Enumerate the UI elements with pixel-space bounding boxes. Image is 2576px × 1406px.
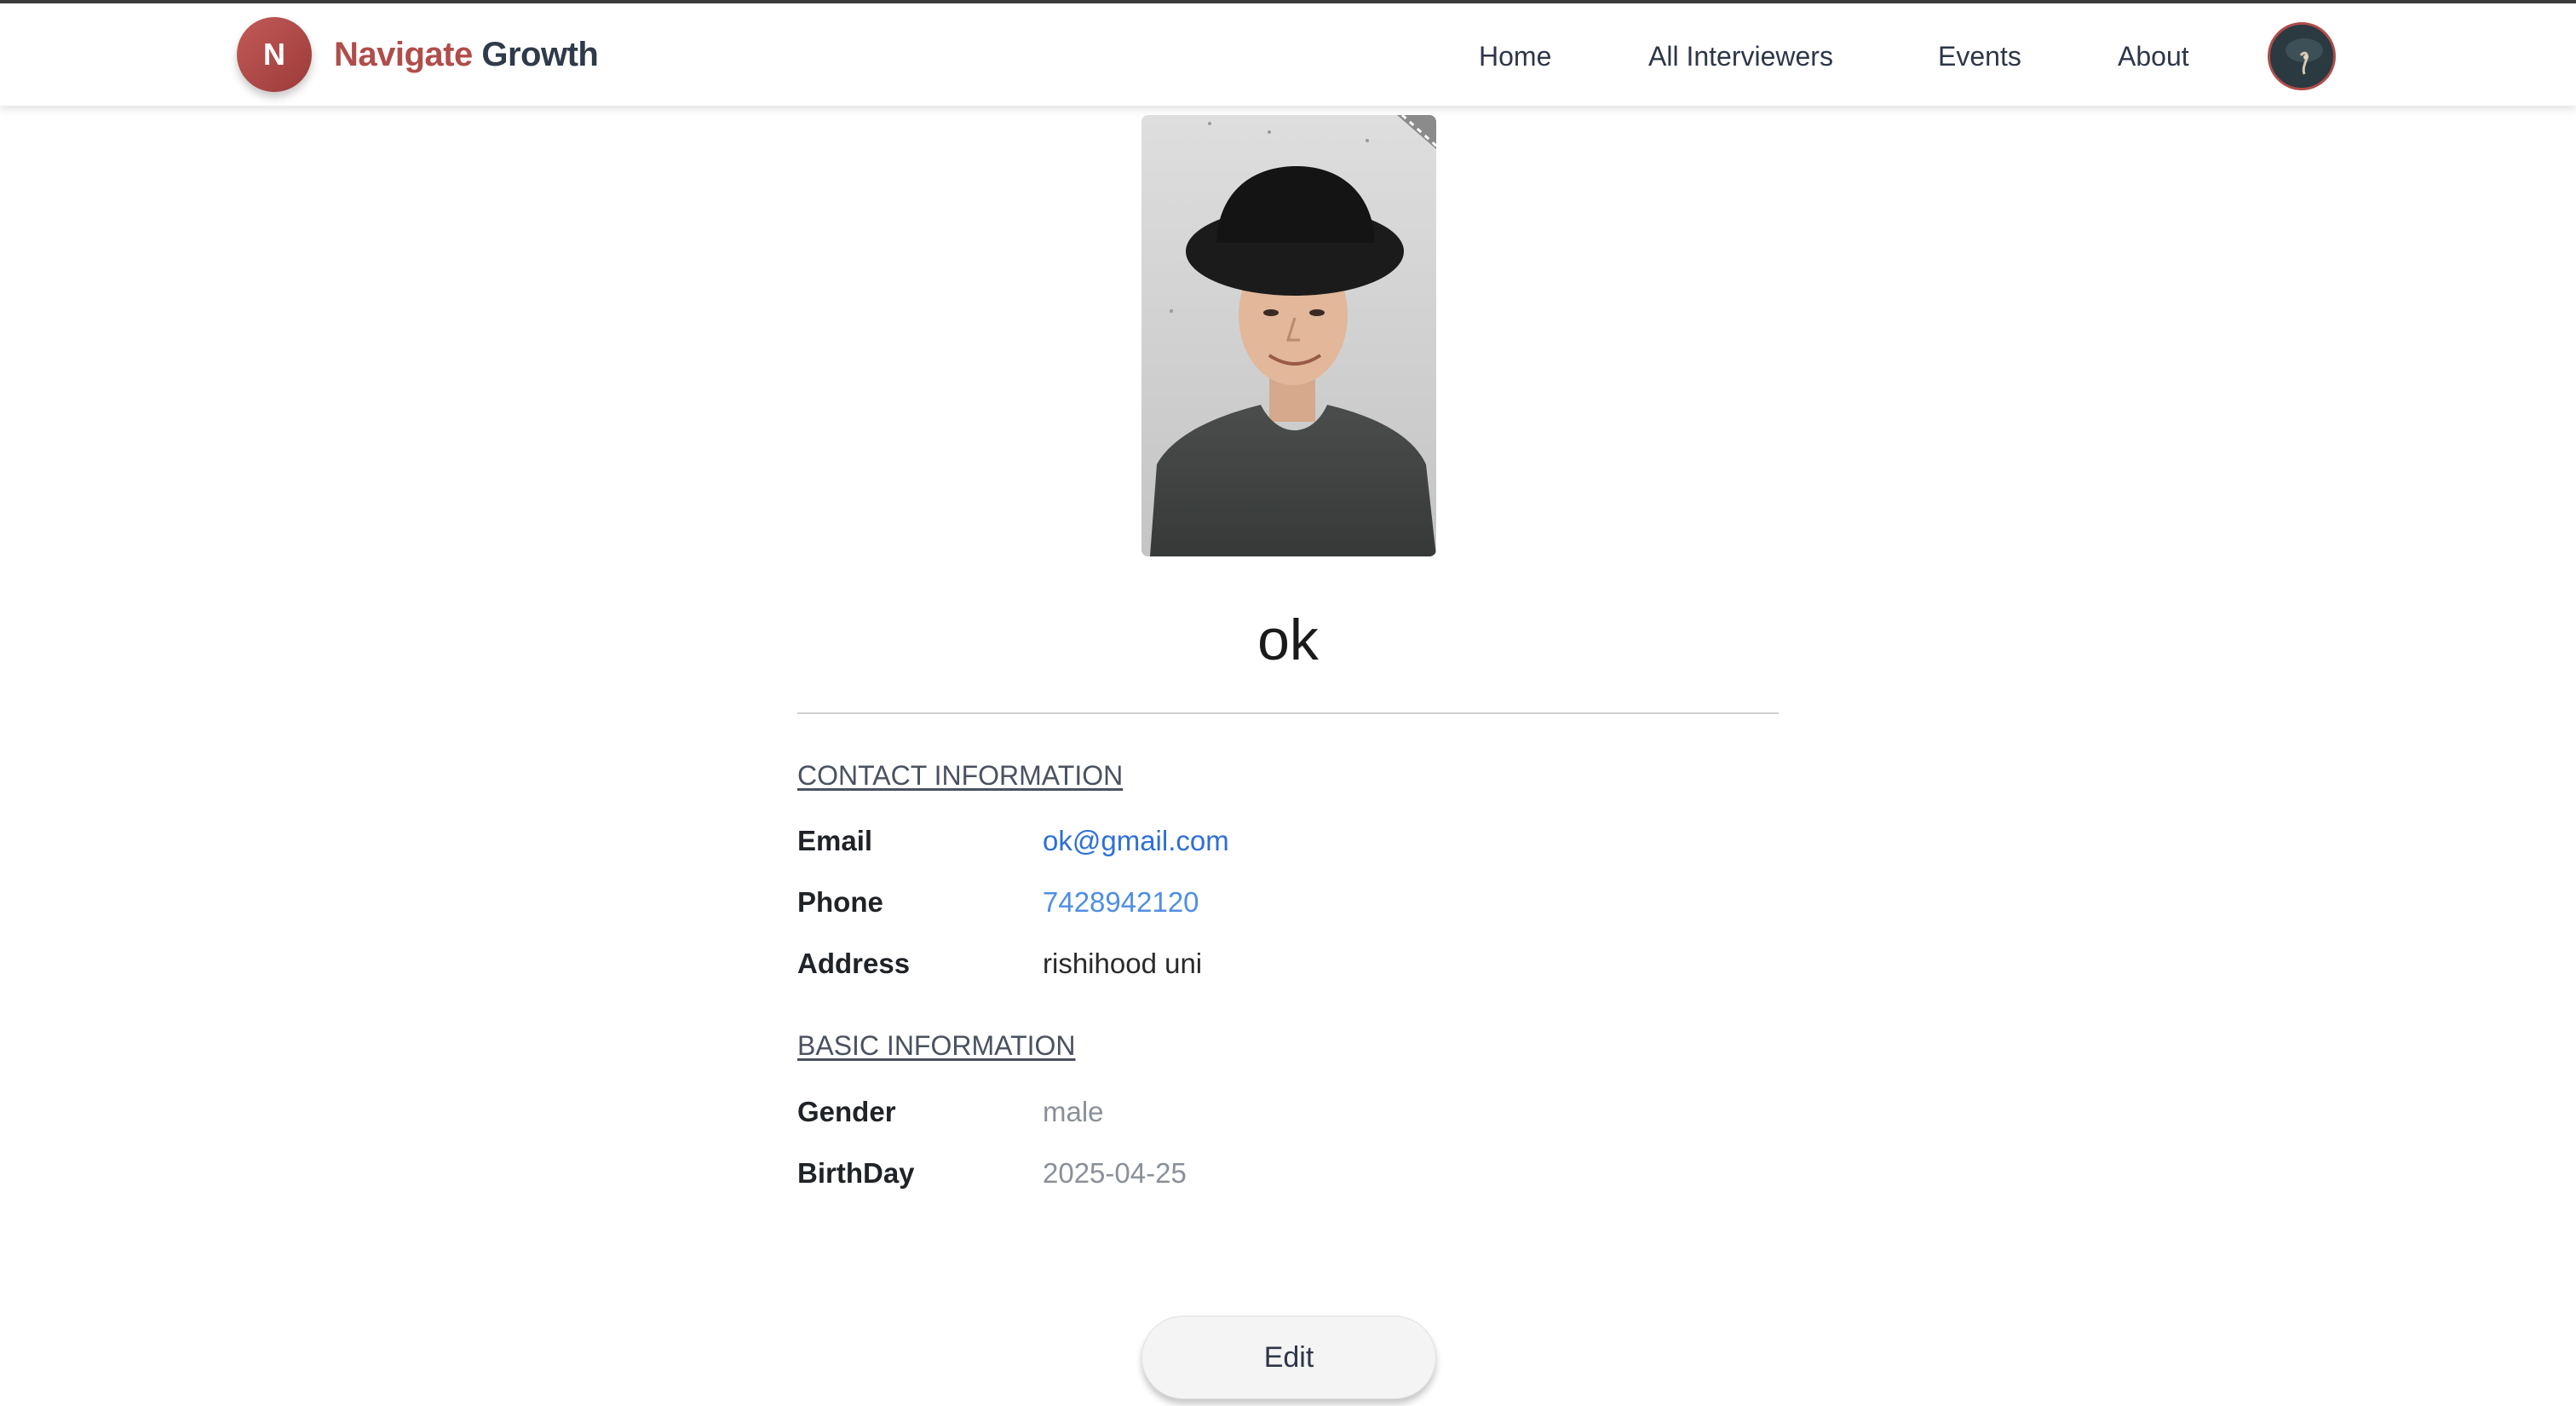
nav-home[interactable]: Home xyxy=(1479,41,1551,72)
brand-word-growth: Growth xyxy=(481,36,599,73)
profile-name: ok xyxy=(1257,608,1319,672)
birthday-value: 2025-04-25 xyxy=(1043,1157,1187,1189)
edit-button[interactable]: Edit xyxy=(1141,1316,1436,1399)
gender-value: male xyxy=(1043,1096,1104,1127)
phone-label: Phone xyxy=(797,886,883,918)
gender-label: Gender xyxy=(797,1096,896,1127)
profile-photo xyxy=(1141,115,1436,556)
basic-info-heading: BASIC INFORMATION xyxy=(797,1030,1076,1061)
brand-word-navigate: Navigate xyxy=(334,36,473,73)
avatar-image xyxy=(2270,25,2333,88)
contact-info-heading: CONTACT INFORMATION xyxy=(797,760,1124,791)
nav-all-interviewers[interactable]: All Interviewers xyxy=(1648,41,1833,72)
nav-events[interactable]: Events xyxy=(1938,41,2021,72)
brand-name[interactable]: Navigate Growth xyxy=(334,36,599,74)
top-navbar: N Navigate Growth Home All Interviewers … xyxy=(0,0,2576,106)
nav-about[interactable]: About xyxy=(2118,41,2189,72)
logo-letter: N xyxy=(263,37,285,72)
section-divider xyxy=(797,712,1779,714)
email-label: Email xyxy=(797,825,873,856)
phone-link[interactable]: 7428942120 xyxy=(1043,886,1199,919)
address-label: Address xyxy=(797,948,911,979)
birthday-label: BirthDay xyxy=(797,1157,915,1189)
logo-badge[interactable]: N xyxy=(237,17,312,92)
address-value: rishihood uni xyxy=(1043,948,1203,979)
user-avatar[interactable] xyxy=(2268,22,2336,90)
email-link[interactable]: ok@gmail.com xyxy=(1043,825,1229,857)
portrait-image xyxy=(1141,115,1436,556)
